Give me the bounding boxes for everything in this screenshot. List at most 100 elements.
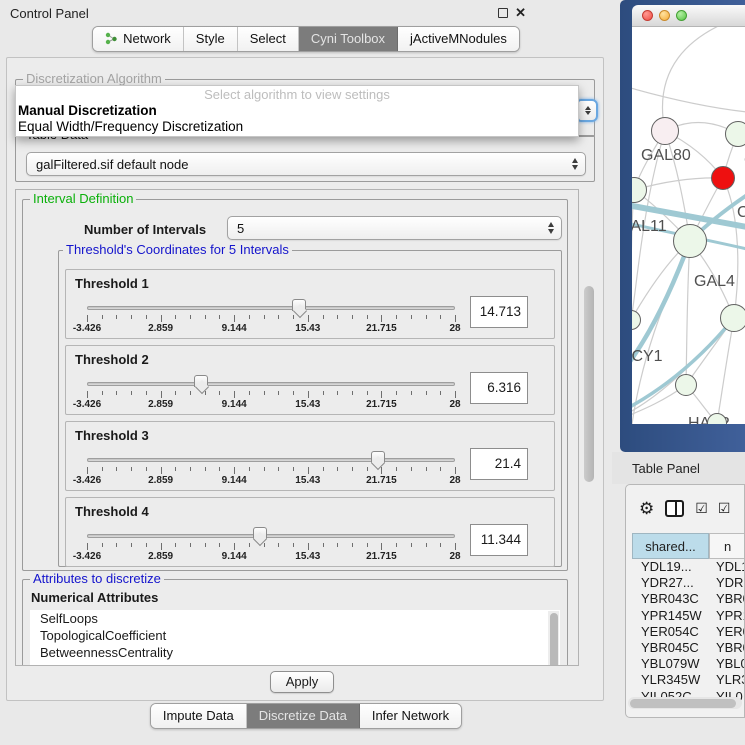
network-node-label: GAL80 xyxy=(641,147,691,165)
slider-tick-label: 9.144 xyxy=(222,323,247,334)
slider-tick-label: 9.144 xyxy=(222,475,247,486)
table-row[interactable]: YDL19...YDL1 xyxy=(632,559,745,575)
numerical-attributes-label: Numerical Attributes xyxy=(31,590,158,605)
threshold-slider-track[interactable] xyxy=(87,534,455,538)
table-row[interactable]: YLR345WYLR3 xyxy=(632,672,745,688)
slider-tick-label: 9.144 xyxy=(222,399,247,410)
table-panel-title: Table Panel xyxy=(632,461,700,476)
tab-network[interactable]: Network xyxy=(93,27,184,51)
table-horizontal-scrollbar[interactable] xyxy=(628,697,742,709)
table-row[interactable]: YBL079WYBL0 xyxy=(632,656,745,672)
network-node[interactable] xyxy=(673,224,707,258)
attributes-group-title: Attributes to discretize xyxy=(30,572,164,586)
slider-tick-label: 21.715 xyxy=(366,399,397,410)
network-node[interactable] xyxy=(725,121,745,147)
close-window-icon[interactable] xyxy=(642,10,653,21)
threshold-value-field[interactable]: 21.4 xyxy=(470,448,528,480)
slider-tick-label: 28 xyxy=(449,551,460,562)
threshold-slider-thumb[interactable] xyxy=(253,527,267,539)
slider-tick-label: -3.426 xyxy=(73,475,101,486)
threshold-slider-thumb[interactable] xyxy=(194,375,208,387)
algorithm-combobox-focused[interactable] xyxy=(577,99,598,122)
number-of-intervals-combobox[interactable]: 5 xyxy=(227,216,562,240)
table-row[interactable]: YER054CYER0 xyxy=(632,624,745,640)
table-rows: YDL19...YDL1YDR27...YDR2YBR043CYBR0YPR14… xyxy=(632,559,745,705)
thresholds-group: Threshold's Coordinates for 5 Intervals … xyxy=(58,250,562,567)
threshold-slider-thumb[interactable] xyxy=(371,451,385,463)
threshold-slider-track[interactable] xyxy=(87,458,455,462)
float-panel-icon[interactable] xyxy=(498,8,508,18)
slider-tick-label: 2.859 xyxy=(148,399,173,410)
attributes-group: Attributes to discretize Numerical Attri… xyxy=(22,579,568,666)
threshold-label: Threshold 1 xyxy=(75,276,149,291)
slider-tick-label: 28 xyxy=(449,475,460,486)
column-header-shared-name[interactable]: shared... xyxy=(632,533,709,559)
algorithm-dropdown-popup: Select algorithm to view settings Manual… xyxy=(15,85,579,137)
interval-definition-group-title: Interval Definition xyxy=(30,192,136,206)
threshold-box: Threshold 3 -3.4262.8599.14415.4321.7152… xyxy=(65,421,555,491)
close-panel-icon[interactable]: ✕ xyxy=(515,8,526,18)
threshold-box: Threshold 4 -3.4262.8599.14415.4321.7152… xyxy=(65,497,555,567)
settings-scrollpane: Interval Definition Number of Intervals … xyxy=(15,189,579,666)
tab-jactivemnodules[interactable]: jActiveMNodules xyxy=(398,27,519,51)
algorithm-option[interactable]: Equal Width/Frequency Discretization xyxy=(16,119,578,135)
tab-cyni-toolbox[interactable]: Cyni Toolbox xyxy=(299,27,398,51)
column-header-name[interactable]: n xyxy=(709,533,745,559)
table-row[interactable]: YDR27...YDR2 xyxy=(632,575,745,591)
table-panel-window: ⚙ ☑ ☑ shared... n YDL19...YDL1YDR27...YD… xyxy=(625,484,745,718)
minimize-window-icon[interactable] xyxy=(659,10,670,21)
network-canvas[interactable]: GAL80G.CGAL11GAL4GCY1HHAP2 xyxy=(632,27,745,424)
network-node[interactable] xyxy=(711,166,735,190)
threshold-slider-track[interactable] xyxy=(87,306,455,310)
combo-stepper-icon xyxy=(548,222,554,234)
stepper-up-icon xyxy=(585,106,591,110)
checkbox-icon-1[interactable]: ☑ xyxy=(695,501,707,515)
attribute-list-item[interactable]: BetweennessCentrality xyxy=(30,644,560,661)
algorithm-option[interactable]: Manual Discretization xyxy=(16,103,578,119)
combo-stepper-icon xyxy=(572,158,578,170)
table-row[interactable]: YBR045CYBR0 xyxy=(632,640,745,656)
gear-icon[interactable]: ⚙ xyxy=(639,500,654,517)
threshold-box: Threshold 1 -3.4262.8599.14415.4321.7152… xyxy=(65,269,555,339)
threshold-slider-track[interactable] xyxy=(87,382,455,386)
threshold-slider-thumb[interactable] xyxy=(292,299,306,311)
table-row[interactable]: YPR145WYPR1 xyxy=(632,608,745,624)
table-header: shared... n xyxy=(632,533,745,559)
slider-tick-label: 15.43 xyxy=(295,399,320,410)
network-view-window[interactable]: GAL80G.CGAL11GAL4GCY1HHAP2 xyxy=(620,0,745,452)
network-window-titlebar[interactable] xyxy=(632,5,745,27)
settings-vertical-scrollbar[interactable] xyxy=(581,189,597,666)
threshold-value-field[interactable]: 14.713 xyxy=(470,296,528,328)
tab-select[interactable]: Select xyxy=(238,27,299,51)
zoom-window-icon[interactable] xyxy=(676,10,687,21)
threshold-label: Threshold 3 xyxy=(75,428,149,443)
attribute-list-item[interactable]: SelfLoops xyxy=(30,610,560,627)
table-data-combobox[interactable]: galFiltered.sif default node xyxy=(26,152,586,176)
tab-infer-network[interactable]: Infer Network xyxy=(360,704,461,728)
network-node-label: C xyxy=(737,204,745,222)
control-panel-titlebar: Control Panel ✕ xyxy=(0,0,612,26)
attributes-list-scrollbar[interactable] xyxy=(548,611,559,666)
tab-style[interactable]: Style xyxy=(184,27,238,51)
network-node[interactable] xyxy=(651,117,679,145)
attribute-list-item[interactable]: TopologicalCoefficient xyxy=(30,627,560,644)
split-pane-icon[interactable] xyxy=(665,500,684,517)
network-icon xyxy=(105,32,118,45)
apply-button[interactable]: Apply xyxy=(270,671,334,693)
network-node[interactable] xyxy=(720,304,745,332)
number-of-intervals-label: Number of Intervals xyxy=(84,222,206,237)
slider-tick-label: 21.715 xyxy=(366,475,397,486)
checkbox-icon-2[interactable]: ☑ xyxy=(718,501,730,515)
threshold-value-field[interactable]: 6.316 xyxy=(470,372,528,404)
tab-discretize-data[interactable]: Discretize Data xyxy=(247,704,360,728)
slider-tick-label: 2.859 xyxy=(148,475,173,486)
cyni-toolbox-panel: Discretization Algorithm Select algorith… xyxy=(6,57,604,701)
network-node-label: GAL11 xyxy=(632,218,667,236)
table-row[interactable]: YBR043CYBR0 xyxy=(632,591,745,607)
slider-tick-label: 2.859 xyxy=(148,551,173,562)
threshold-value-field[interactable]: 11.344 xyxy=(470,524,528,556)
tab-impute-data[interactable]: Impute Data xyxy=(151,704,247,728)
table-panel-strip: Table Panel xyxy=(612,452,745,484)
network-node[interactable] xyxy=(675,374,697,396)
numerical-attributes-list[interactable]: SelfLoopsTopologicalCoefficientBetweenne… xyxy=(30,610,560,666)
